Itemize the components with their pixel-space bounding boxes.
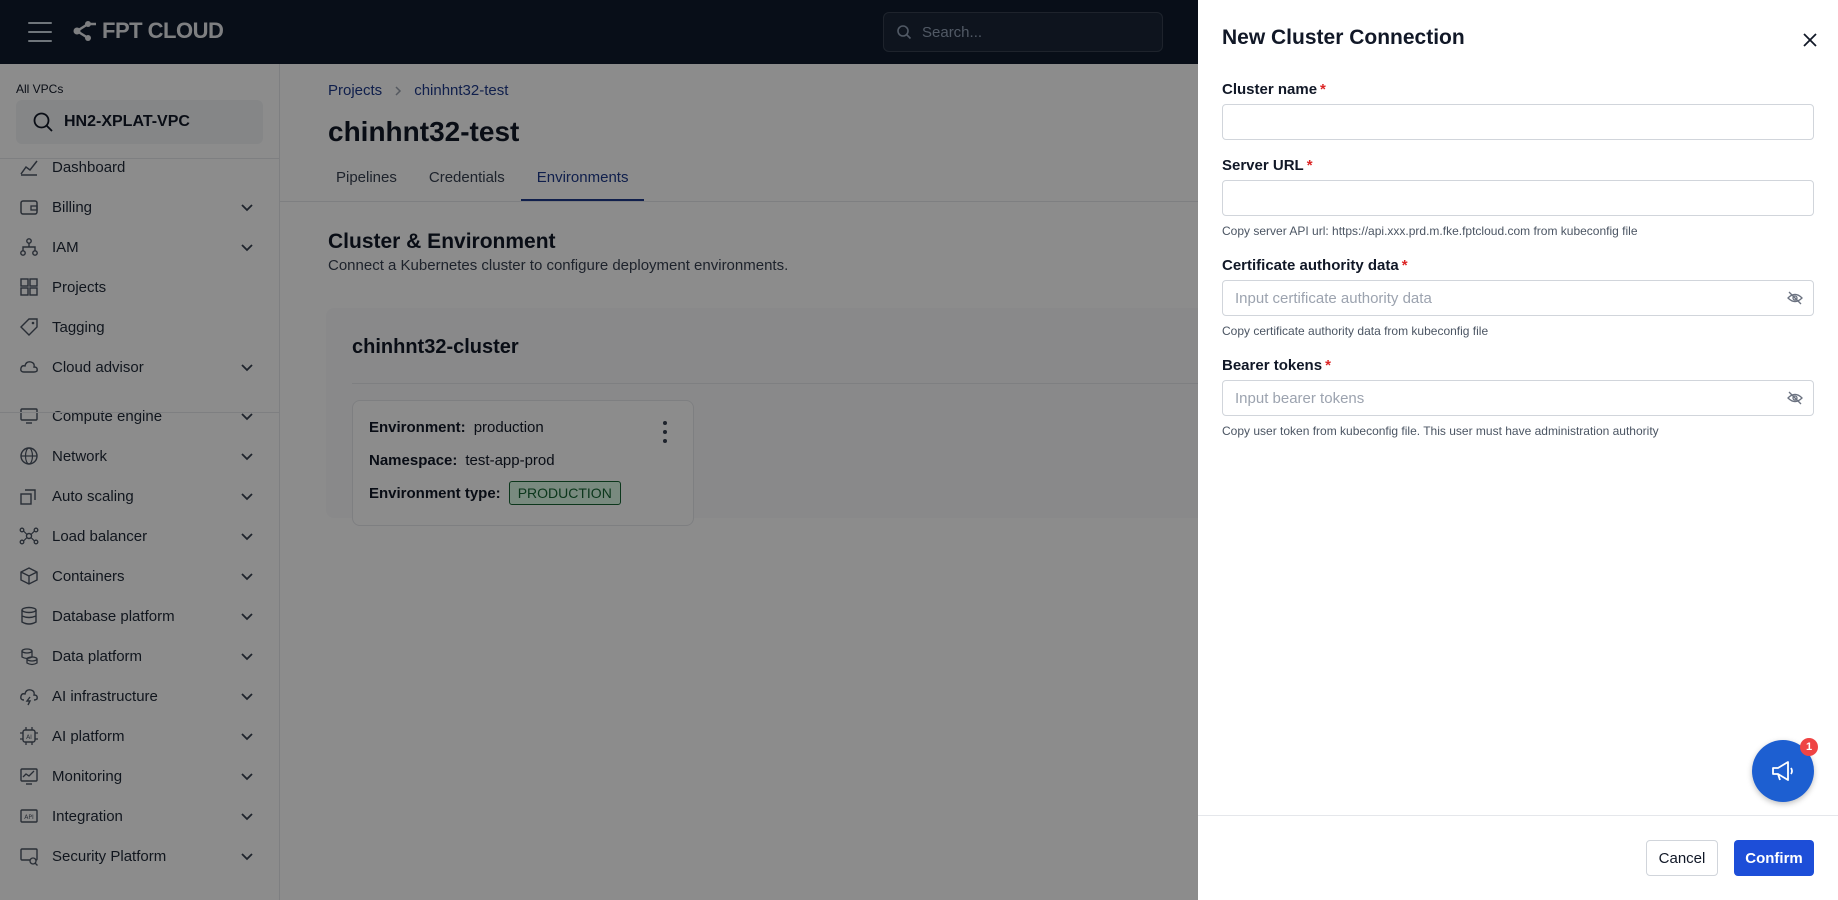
ca-data-label-text: Certificate authority data (1222, 257, 1399, 274)
server-url-helper: Copy server API url: https://api.xxx.prd… (1222, 224, 1638, 238)
bearer-tokens-helper: Copy user token from kubeconfig file. Th… (1222, 424, 1659, 438)
ca-data-label: Certificate authority data * (1222, 257, 1408, 274)
server-url-label: Server URL * (1222, 157, 1313, 174)
cluster-name-field[interactable] (1222, 104, 1814, 140)
server-url-label-text: Server URL (1222, 157, 1304, 174)
confirm-button[interactable]: Confirm (1734, 840, 1814, 876)
megaphone-icon (1772, 761, 1793, 781)
eye-off-icon[interactable] (1777, 391, 1813, 405)
drawer-footer-divider (1198, 815, 1838, 816)
bearer-tokens-label: Bearer tokens * (1222, 357, 1331, 374)
bearer-tokens-label-text: Bearer tokens (1222, 357, 1323, 374)
required-mark: * (1401, 257, 1408, 274)
ca-data-helper: Copy certificate authority data from kub… (1222, 324, 1489, 338)
close-icon[interactable] (1798, 28, 1822, 52)
required-mark: * (1306, 157, 1313, 174)
eye-off-icon[interactable] (1777, 291, 1813, 305)
bearer-tokens-field[interactable] (1222, 380, 1814, 416)
cluster-name-label: Cluster name * (1222, 81, 1326, 98)
required-mark: * (1320, 81, 1326, 98)
new-cluster-drawer: New Cluster Connection Cluster name * Ser… (1198, 0, 1838, 900)
bearer-tokens-input[interactable] (1223, 381, 1777, 415)
cluster-name-input[interactable] (1223, 105, 1813, 139)
ca-data-input[interactable] (1223, 281, 1777, 315)
cancel-button[interactable]: Cancel (1646, 840, 1718, 876)
server-url-field[interactable] (1222, 180, 1814, 216)
cluster-name-label-text: Cluster name (1222, 81, 1318, 98)
required-mark: * (1325, 357, 1331, 374)
drawer-title: New Cluster Connection (1222, 26, 1465, 49)
notification-badge: 1 (1800, 738, 1818, 756)
server-url-input[interactable] (1223, 181, 1813, 215)
ca-data-field[interactable] (1222, 280, 1814, 316)
announcement-button[interactable]: 1 (1752, 738, 1818, 802)
